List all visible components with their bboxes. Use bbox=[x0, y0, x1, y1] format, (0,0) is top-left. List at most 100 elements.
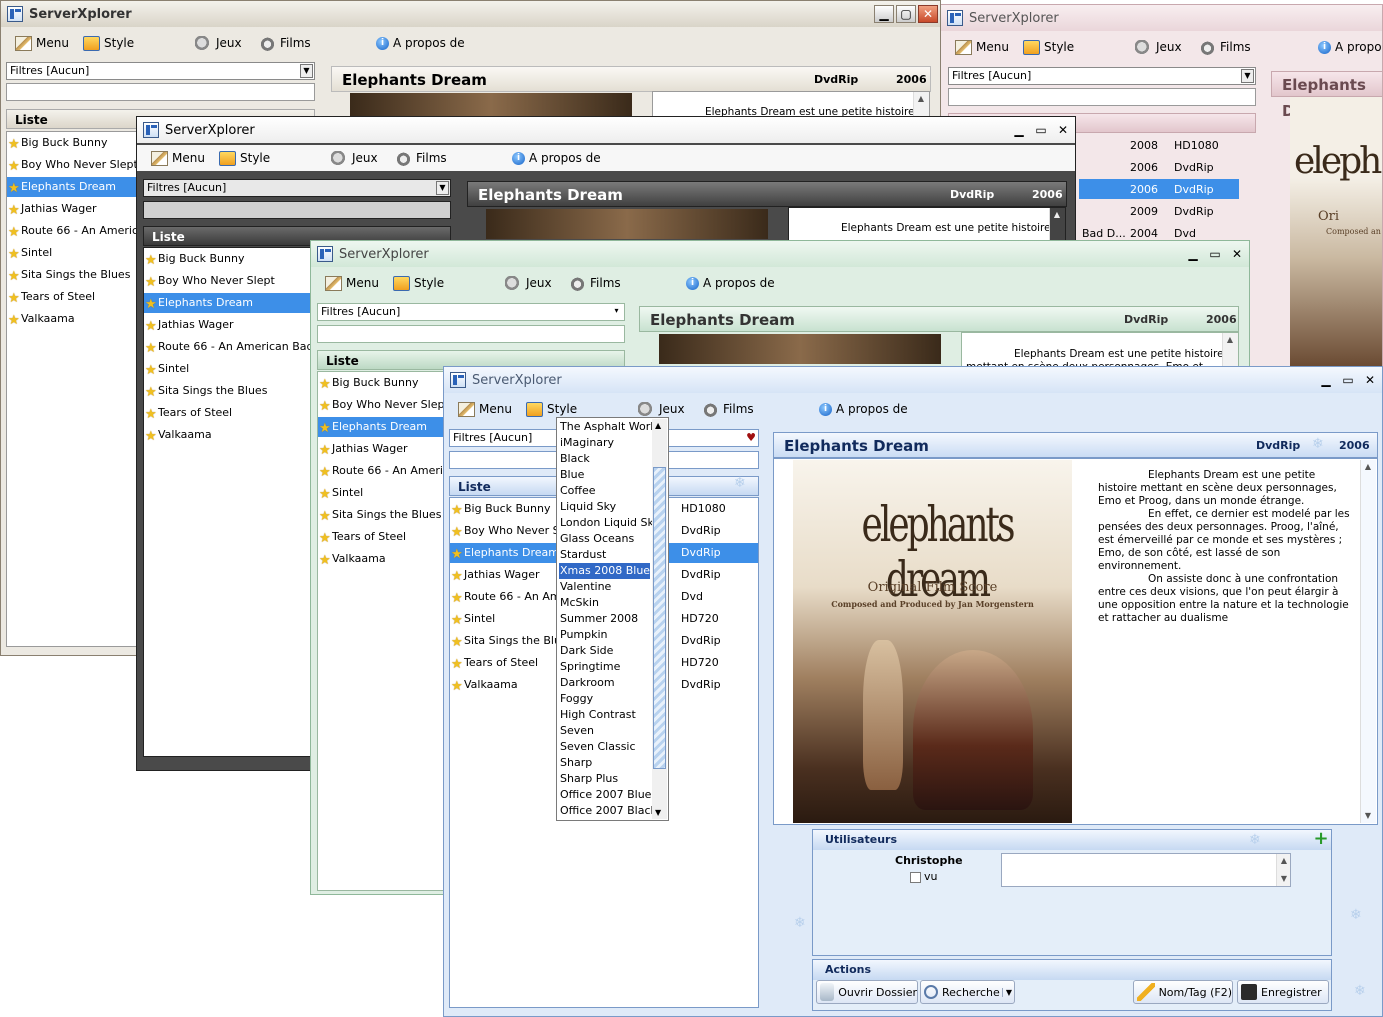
title-bar[interactable]: ServerXplorer bbox=[941, 5, 1382, 31]
style-dropdown[interactable]: The Asphalt World iMaginary Black Blue C… bbox=[556, 417, 669, 821]
style-option[interactable]: Foggy bbox=[559, 691, 650, 707]
menu-item-films[interactable]: Films bbox=[259, 35, 311, 51]
seen-checkbox[interactable] bbox=[910, 872, 921, 883]
filter-combo[interactable]: Filtres [Aucun] ▾ bbox=[317, 303, 625, 321]
style-option[interactable]: Blue bbox=[559, 467, 650, 483]
menu-item-films[interactable]: Films bbox=[569, 275, 621, 291]
menu-item-apropos[interactable]: i A propos de bbox=[819, 402, 908, 416]
menu-item-apropos[interactable]: i A propos de bbox=[512, 151, 601, 165]
dropdown-scroll-thumb[interactable] bbox=[653, 467, 666, 769]
style-option[interactable]: Office 2007 Blue bbox=[559, 787, 651, 803]
style-option[interactable]: Seven Classic bbox=[559, 739, 650, 755]
maximize-button[interactable]: ▭ bbox=[1205, 245, 1225, 263]
filter-combo[interactable]: Filtres [Aucun] ▼ bbox=[143, 179, 451, 197]
description-scrollbar[interactable]: ▲ ▼ bbox=[1360, 460, 1376, 823]
menu-item-menu[interactable]: Menu bbox=[325, 275, 379, 291]
maximize-button[interactable]: ▢ bbox=[896, 5, 916, 23]
search-input[interactable] bbox=[948, 88, 1256, 106]
search-input[interactable] bbox=[6, 83, 315, 101]
chevron-down-icon[interactable]: ▼ bbox=[1241, 69, 1254, 83]
minimize-button[interactable]: ▁ bbox=[874, 5, 894, 23]
menu-item-jeux[interactable]: Jeux bbox=[195, 35, 242, 51]
style-option[interactable]: London Liquid Sky bbox=[559, 515, 660, 531]
menu-item-jeux[interactable]: Jeux bbox=[505, 275, 552, 291]
style-option[interactable]: Pumpkin bbox=[559, 627, 650, 643]
menu-item-menu[interactable]: Menu bbox=[151, 150, 205, 166]
search-input[interactable] bbox=[317, 325, 625, 343]
menu-item-jeux[interactable]: Jeux bbox=[331, 150, 378, 166]
menu-item-films[interactable]: Films bbox=[395, 150, 447, 166]
search-input[interactable] bbox=[143, 201, 451, 219]
chevron-down-icon[interactable]: ▼ bbox=[436, 181, 449, 195]
close-button[interactable]: ✕ bbox=[918, 5, 938, 23]
close-button[interactable]: ✕ bbox=[1360, 371, 1380, 389]
style-option[interactable]: Seven bbox=[559, 723, 650, 739]
minimize-button[interactable]: ▁ bbox=[1183, 245, 1203, 263]
menu-item-apropos[interactable]: i A propos bbox=[1318, 40, 1382, 54]
title-bar[interactable]: ServerXplorer ▁ ▭ ✕ bbox=[311, 241, 1249, 267]
maximize-button[interactable]: ▭ bbox=[1031, 121, 1051, 139]
close-button[interactable]: ✕ bbox=[1227, 245, 1247, 263]
style-option[interactable]: Sharp Plus bbox=[559, 771, 650, 787]
menu-item-style[interactable]: Style bbox=[1023, 39, 1074, 55]
menu-item-menu[interactable]: Menu bbox=[15, 35, 69, 51]
dropdown-scrollbar[interactable]: ▲ ▼ bbox=[652, 419, 667, 819]
style-option-selected[interactable]: Xmas 2008 Blue bbox=[559, 563, 650, 579]
open-folder-button[interactable]: Ouvrir Dossier bbox=[816, 980, 918, 1004]
menu-item-style[interactable]: Style bbox=[83, 35, 134, 51]
menu-item-jeux[interactable]: Jeux bbox=[1135, 39, 1182, 55]
save-button[interactable]: Enregistrer bbox=[1237, 980, 1329, 1004]
style-option[interactable]: The Asphalt World bbox=[559, 419, 660, 435]
chevron-down-icon[interactable]: ▾ bbox=[610, 305, 623, 319]
minimize-button[interactable]: ▁ bbox=[1316, 371, 1336, 389]
menu-item-style[interactable]: Style bbox=[526, 401, 577, 417]
style-option[interactable]: Office 2007 Black bbox=[559, 803, 657, 819]
scroll-up-icon[interactable]: ▲ bbox=[1279, 856, 1289, 866]
user-comment-input[interactable]: ▲ ▼ bbox=[1001, 853, 1291, 887]
scroll-down-icon[interactable]: ▼ bbox=[1279, 874, 1289, 884]
scroll-up-icon[interactable]: ▲ bbox=[1225, 335, 1235, 345]
menu-item-menu[interactable]: Menu bbox=[458, 401, 512, 417]
add-user-button[interactable]: + bbox=[1313, 830, 1329, 848]
scroll-up-icon[interactable]: ▲ bbox=[1363, 462, 1373, 472]
style-option[interactable]: Coffee bbox=[559, 483, 650, 499]
menu-item-menu[interactable]: Menu bbox=[955, 39, 1009, 55]
chevron-down-icon[interactable]: ▼ bbox=[300, 64, 313, 78]
style-option[interactable]: Darkroom bbox=[559, 675, 650, 691]
scroll-up-icon[interactable]: ▲ bbox=[916, 94, 926, 104]
minimize-button[interactable]: ▁ bbox=[1009, 121, 1029, 139]
menu-item-apropos[interactable]: i A propos de bbox=[376, 36, 465, 50]
filter-combo[interactable]: Filtres [Aucun] ▼ bbox=[6, 62, 315, 80]
menu-item-style[interactable]: Style bbox=[219, 150, 270, 166]
heart-chevron-icon[interactable]: ♥ bbox=[746, 430, 756, 446]
selected-row-highlight[interactable] bbox=[1079, 179, 1239, 199]
chevron-down-icon[interactable]: ▼ bbox=[1001, 987, 1012, 997]
title-bar[interactable]: ServerXplorer ▁ ▭ ✕ bbox=[444, 367, 1382, 393]
scroll-up-icon[interactable]: ▲ bbox=[655, 421, 661, 430]
comment-scrollbar[interactable]: ▲ ▼ bbox=[1276, 854, 1290, 886]
style-option[interactable]: McSkin bbox=[559, 595, 650, 611]
filter-combo[interactable]: Filtres [Aucun] ▼ bbox=[948, 67, 1256, 85]
menu-item-films[interactable]: Films bbox=[702, 401, 754, 417]
style-option[interactable]: Liquid Sky bbox=[559, 499, 650, 515]
maximize-button[interactable]: ▭ bbox=[1338, 371, 1358, 389]
menu-item-style[interactable]: Style bbox=[393, 275, 444, 291]
style-option[interactable]: Black bbox=[559, 451, 650, 467]
style-option[interactable]: iMaginary bbox=[559, 435, 650, 451]
style-option[interactable]: Stardust bbox=[559, 547, 650, 563]
search-button[interactable]: Recherche ▼ bbox=[920, 980, 1015, 1004]
scroll-down-icon[interactable]: ▼ bbox=[655, 808, 661, 817]
title-bar[interactable]: ServerXplorer ▁ ▭ ✕ bbox=[137, 117, 1075, 143]
style-option[interactable]: Valentine bbox=[559, 579, 650, 595]
style-option[interactable]: Summer 2008 bbox=[559, 611, 650, 627]
scroll-down-icon[interactable]: ▼ bbox=[1363, 811, 1373, 821]
style-option[interactable]: Glass Oceans bbox=[559, 531, 650, 547]
style-option[interactable]: Sharp bbox=[559, 755, 650, 771]
menu-item-apropos[interactable]: i A propos de bbox=[686, 276, 775, 290]
style-option[interactable]: Dark Side bbox=[559, 643, 650, 659]
rename-tag-button[interactable]: Nom/Tag (F2) bbox=[1133, 980, 1233, 1004]
scroll-up-icon[interactable]: ▲ bbox=[1052, 210, 1062, 220]
menu-item-jeux[interactable]: Jeux bbox=[638, 401, 685, 417]
title-bar[interactable]: ServerXplorer ▁ ▢ ✕ bbox=[1, 1, 940, 27]
style-option[interactable]: High Contrast bbox=[559, 707, 650, 723]
